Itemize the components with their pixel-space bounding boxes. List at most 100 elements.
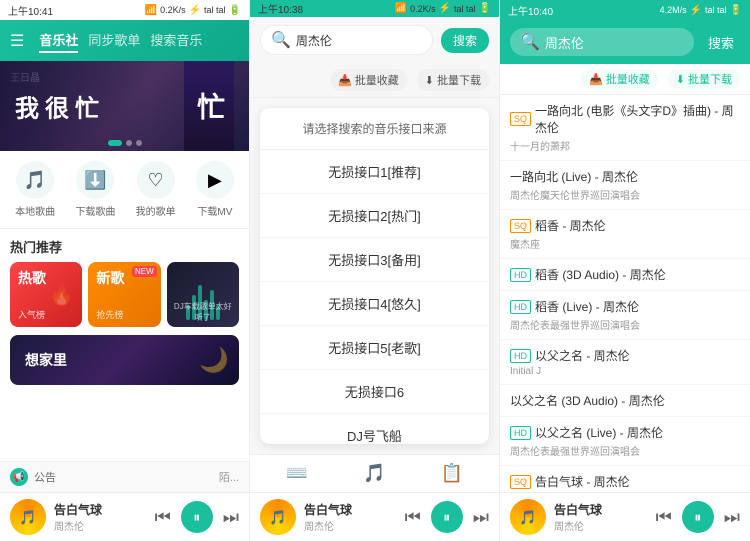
song-item-6[interactable]: 以父之名 (3D Audio) - 周杰伦 bbox=[500, 385, 750, 417]
song-title-row: HD 稻香 (3D Audio) - 周杰伦 bbox=[510, 266, 740, 283]
tail-text: tal tal bbox=[204, 5, 226, 15]
source-item-5[interactable]: 无损接口6 bbox=[260, 370, 489, 414]
right-collect-button[interactable]: 📥 批量收藏 bbox=[581, 69, 658, 89]
mid-signal-icon: 📶 bbox=[395, 3, 407, 14]
hero-text: 我很忙 bbox=[15, 89, 105, 124]
left-time: 上午10:41 bbox=[8, 3, 53, 18]
local-song-icon: 🎵 bbox=[16, 161, 54, 199]
mid-nav-icon-1[interactable]: ⌨️ bbox=[286, 463, 308, 484]
right-download-button[interactable]: ⬇ 批量下载 bbox=[668, 69, 740, 89]
song-sub: 周杰伦魔天伦世界巡回演唱会 bbox=[510, 187, 740, 202]
hot-card-new-songs[interactable]: NEW 新歌 抢先榜 bbox=[88, 262, 160, 327]
middle-search-input[interactable] bbox=[296, 33, 422, 47]
play-pause-button-right[interactable]: ⏸ bbox=[682, 501, 714, 533]
quality-badge: HD bbox=[510, 300, 531, 314]
song-title: 一路向北 (Live) - 周杰伦 bbox=[510, 168, 638, 185]
func-download-songs[interactable]: ⬇️ 下载歌曲 bbox=[75, 161, 115, 218]
tab-search-music[interactable]: 搜索音乐 bbox=[150, 28, 202, 53]
mid-nav-icon-3[interactable]: 📋 bbox=[441, 463, 463, 484]
middle-status-icons: 📶 0.2K/s ⚡ tal tal 🔋 bbox=[395, 3, 491, 14]
mid-collect-button[interactable]: 📥 批量收藏 bbox=[330, 69, 407, 91]
banner2[interactable]: 想家里 🌙 bbox=[10, 335, 239, 385]
tab-music-community[interactable]: 音乐社 bbox=[39, 28, 78, 53]
source-item-0[interactable]: 无损接口1[推荐] bbox=[260, 150, 489, 194]
next-button-right[interactable]: ⏭ bbox=[724, 507, 740, 528]
song-item-7[interactable]: HD 以父之名 (Live) - 周杰伦 周杰伦表最强世界巡回演唱会 bbox=[500, 417, 750, 466]
song-item-8[interactable]: SQ 告白气球 - 周杰伦 告白气球 bbox=[500, 466, 750, 492]
next-button-left[interactable]: ⏭ bbox=[223, 507, 239, 528]
song-item-1[interactable]: 一路向北 (Live) - 周杰伦 周杰伦魔天伦世界巡回演唱会 bbox=[500, 161, 750, 210]
download-icon: ⬇ bbox=[425, 74, 434, 87]
func-download-mv[interactable]: ▶ 下载MV bbox=[196, 161, 234, 218]
left-status-bar: 上午10:41 📶 0.2K/s ⚡ tal tal 🔋 bbox=[0, 0, 249, 20]
left-player-info: 告白气球 周杰伦 bbox=[54, 501, 147, 533]
middle-search-button[interactable]: 搜索 bbox=[441, 28, 489, 53]
right-song-list: SQ 一路向北 (电影《头文字D》插曲) - 周杰伦 十一月的萧邦 一路向北 (… bbox=[500, 95, 750, 492]
func-local-songs[interactable]: 🎵 本地歌曲 bbox=[15, 161, 55, 218]
menu-icon[interactable]: ☰ bbox=[10, 31, 24, 51]
right-search-button[interactable]: 搜索 bbox=[702, 31, 740, 54]
song-item-2[interactable]: SQ 稻香 - 周杰伦 魔杰座 bbox=[500, 210, 750, 259]
song-title-row: 一路向北 (Live) - 周杰伦 bbox=[510, 168, 740, 185]
right-player-title: 告白气球 bbox=[554, 501, 648, 518]
song-title: 以父之名 - 周杰伦 bbox=[535, 347, 630, 364]
func-mv-label: 下载MV bbox=[197, 203, 232, 218]
source-item-6[interactable]: DJ号飞船 bbox=[260, 414, 489, 444]
mid-nav-icon-2[interactable]: 🎵 bbox=[363, 463, 385, 484]
new-badge: NEW bbox=[132, 266, 157, 277]
func-my-playlist[interactable]: ♡ 我的歌单 bbox=[136, 161, 176, 218]
download-label: 批量下载 bbox=[437, 72, 481, 88]
play-pause-button-mid[interactable]: ⏸ bbox=[431, 501, 463, 533]
hero-banner[interactable]: 王日晶 我很忙 忙 bbox=[0, 61, 249, 151]
right-search-box[interactable]: 🔍 bbox=[510, 28, 694, 56]
mid-network-speed: 0.2K/s bbox=[410, 4, 436, 14]
next-button-mid[interactable]: ⏭ bbox=[473, 507, 489, 528]
prev-button-left[interactable]: ⏮ bbox=[155, 507, 171, 528]
source-item-4[interactable]: 无损接口5[老歌] bbox=[260, 326, 489, 370]
left-header: ☰ 音乐社 同步歌单 搜索音乐 bbox=[0, 20, 249, 61]
signal-icon: 📶 bbox=[145, 5, 157, 16]
song-item-3[interactable]: HD 稻香 (3D Audio) - 周杰伦 bbox=[500, 259, 750, 291]
hot-card-dj[interactable]: DJ车载歌单太好听了 bbox=[167, 262, 239, 327]
song-item-4[interactable]: HD 稻香 (Live) - 周杰伦 周杰伦表最强世界巡回演唱会 bbox=[500, 291, 750, 340]
song-item-0[interactable]: SQ 一路向北 (电影《头文字D》插曲) - 周杰伦 十一月的萧邦 bbox=[500, 95, 750, 161]
prev-button-right[interactable]: ⏮ bbox=[656, 507, 672, 528]
right-player-avatar[interactable]: 🎵 bbox=[510, 499, 546, 535]
song-title: 一路向北 (电影《头文字D》插曲) - 周杰伦 bbox=[535, 102, 740, 136]
hero-text-right: 忙 bbox=[189, 92, 229, 120]
song-title: 告白气球 - 周杰伦 bbox=[535, 473, 630, 490]
song-sub: 十一月的萧邦 bbox=[510, 138, 740, 153]
quality-badge: SQ bbox=[510, 219, 531, 233]
right-battery: 🔋 bbox=[730, 5, 742, 16]
play-pause-button-left[interactable]: ⏸ bbox=[181, 501, 213, 533]
source-item-2[interactable]: 无损接口3[备用] bbox=[260, 238, 489, 282]
left-player-avatar[interactable]: 🎵 bbox=[10, 499, 46, 535]
right-tail: tal tal bbox=[705, 5, 727, 15]
song-title: 以父之名 (3D Audio) - 周杰伦 bbox=[510, 392, 665, 409]
source-item-1[interactable]: 无损接口2[热门] bbox=[260, 194, 489, 238]
middle-player-bar: 🎵 告白气球 周杰伦 ⏮ ⏸ ⏭ bbox=[250, 492, 499, 541]
hot-card-hot-songs[interactable]: 热歌 入气榜 🔥 bbox=[10, 262, 82, 327]
song-title: 稻香 (3D Audio) - 周杰伦 bbox=[535, 266, 666, 283]
banner2-decoration: 🌙 bbox=[199, 346, 229, 375]
middle-player-avatar[interactable]: 🎵 bbox=[260, 499, 296, 535]
notice-label: 公告 bbox=[34, 469, 213, 485]
song-title-row: HD 以父之名 - 周杰伦 bbox=[510, 347, 740, 364]
song-title: 稻香 (Live) - 周杰伦 bbox=[535, 298, 639, 315]
song-sub: 周杰伦表最强世界巡回演唱会 bbox=[510, 317, 740, 332]
right-time: 上午10:40 bbox=[508, 3, 553, 18]
song-sub: 魔杰座 bbox=[510, 236, 740, 251]
hot-section-title: 热门推荐 bbox=[0, 229, 249, 262]
song-item-5[interactable]: HD 以父之名 - 周杰伦 Initial J bbox=[500, 340, 750, 385]
right-status-bar: 上午10:40 4.2M/s ⚡ tal tal 🔋 bbox=[500, 0, 750, 20]
source-item-3[interactable]: 无损接口4[悠久] bbox=[260, 282, 489, 326]
middle-search-box[interactable]: 🔍 bbox=[260, 25, 433, 55]
right-status-icons: 4.2M/s ⚡ tal tal 🔋 bbox=[660, 5, 742, 16]
right-search-input[interactable] bbox=[545, 35, 684, 50]
tab-sync-playlist[interactable]: 同步歌单 bbox=[88, 28, 140, 53]
prev-button-mid[interactable]: ⏮ bbox=[405, 507, 421, 528]
notice-bar: 📢 公告 陌... bbox=[0, 461, 249, 492]
song-title-row: SQ 告白气球 - 周杰伦 bbox=[510, 473, 740, 490]
middle-action-bar: 📥 批量收藏 ⬇ 批量下载 bbox=[250, 63, 499, 98]
mid-download-button[interactable]: ⬇ 批量下载 bbox=[417, 69, 489, 91]
